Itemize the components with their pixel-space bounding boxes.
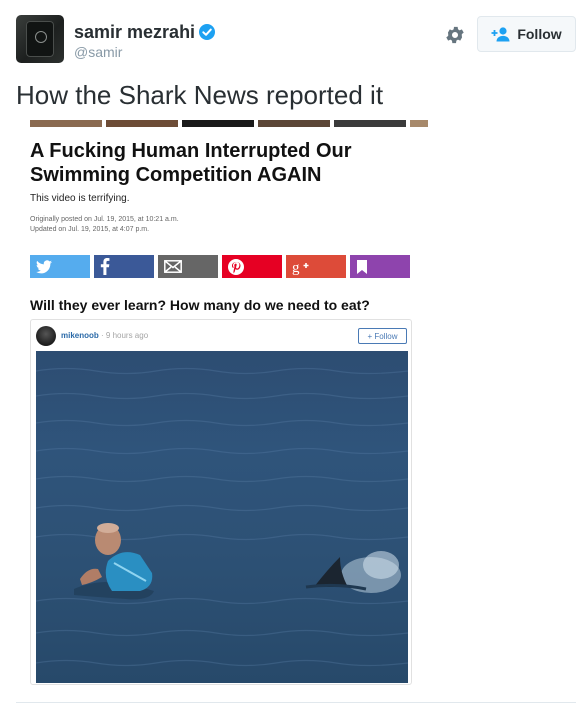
embed-timestamp: · 9 hours ago — [101, 331, 149, 340]
embedded-vine: mikenoob · 9 hours ago + Follow — [30, 319, 412, 685]
pinterest-share-button[interactable] — [222, 255, 282, 278]
posted-date: Originally posted on Jul. 19, 2015, at 1… — [30, 216, 179, 223]
article-question: Will they ever learn? How many do we nee… — [30, 297, 370, 313]
article-meta: Originally posted on Jul. 19, 2015, at 1… — [30, 215, 179, 235]
follow-button-label: Follow — [517, 26, 562, 42]
twitter-share-button[interactable] — [30, 255, 90, 278]
author-name[interactable]: samir mezrahi — [74, 22, 216, 43]
follow-button[interactable]: Follow — [477, 16, 576, 52]
thumbnail-strip — [30, 120, 428, 127]
bookmark-icon — [357, 259, 367, 274]
verified-badge-icon — [199, 24, 216, 40]
video-scene — [36, 367, 408, 667]
add-user-icon — [491, 27, 510, 42]
twitter-icon — [36, 259, 52, 273]
article-dek: This video is terrifying. — [30, 193, 130, 204]
share-buttons: g — [30, 255, 410, 278]
bookmark-share-button[interactable] — [350, 255, 410, 278]
embed-username[interactable]: mikenoob — [61, 331, 99, 340]
embed-byline: mikenoob · 9 hours ago — [61, 331, 148, 340]
google-plus-icon: g — [292, 260, 309, 275]
tweet-text: How the Shark News reported it — [16, 80, 384, 110]
email-icon — [164, 260, 182, 273]
author-name-text[interactable]: samir mezrahi — [74, 22, 195, 42]
author-handle[interactable]: @samir — [74, 44, 122, 60]
author-avatar[interactable] — [16, 15, 64, 63]
email-share-button[interactable] — [158, 255, 218, 278]
svg-text:g: g — [292, 260, 300, 275]
article-headline: A Fucking Human Interrupted Our Swimming… — [30, 140, 352, 186]
facebook-icon — [100, 258, 110, 275]
tweet-divider — [16, 702, 576, 703]
embed-avatar[interactable] — [36, 326, 56, 346]
gear-icon[interactable] — [444, 24, 466, 46]
shark-video[interactable] — [36, 351, 408, 683]
updated-date: Updated on Jul. 19, 2015, at 4:07 p.m. — [30, 226, 150, 233]
pinterest-icon — [228, 258, 244, 275]
embed-follow-button[interactable]: + Follow — [358, 328, 407, 344]
facebook-share-button[interactable] — [94, 255, 154, 278]
google-plus-share-button[interactable]: g — [286, 255, 346, 278]
